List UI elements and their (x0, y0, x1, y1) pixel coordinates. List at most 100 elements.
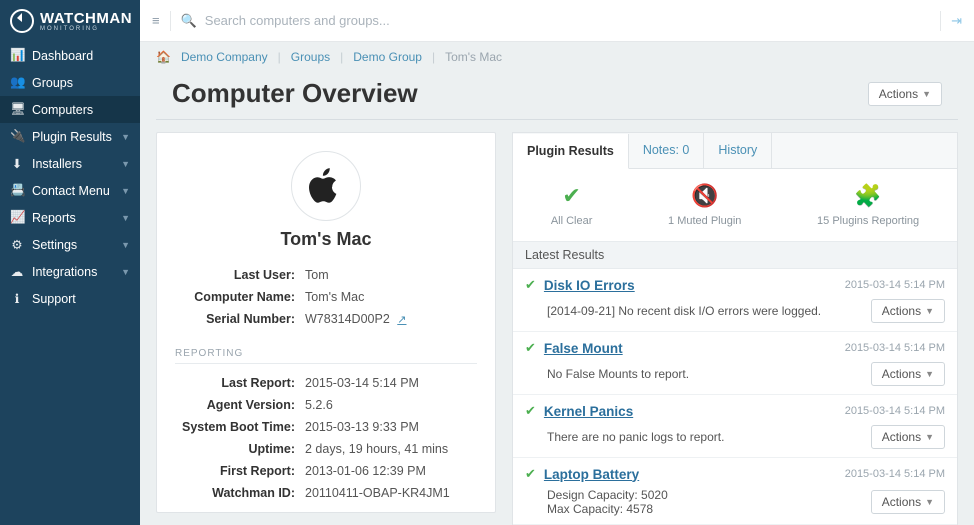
sidebar-item-label: Installers (32, 157, 113, 171)
result-actions-label: Actions (882, 430, 921, 444)
sidebar-item-contact-menu[interactable]: 📇Contact Menu▼ (0, 177, 140, 204)
sidebar-item-support[interactable]: ℹ Support (0, 285, 140, 312)
brand-text: WATCHMAN MONITORING (40, 11, 132, 32)
sidebar-icon: ⬇ (10, 156, 24, 171)
kv-value: W78314D00P2 ↗ (305, 312, 406, 326)
result-body: There are no panic logs to report.Action… (525, 419, 945, 449)
status-icon: ✔ (551, 183, 593, 209)
result-body: [2014-09-21] No recent disk I/O errors w… (525, 293, 945, 323)
kv-row: Last Report:2015-03-14 5:14 PM (175, 372, 477, 394)
kv-value: 2 days, 19 hours, 41 mins (305, 442, 448, 456)
result-actions-button[interactable]: Actions ▼ (871, 490, 945, 514)
kv-key: System Boot Time: (175, 420, 305, 434)
sidebar-item-groups[interactable]: 👥Groups (0, 69, 140, 96)
sidebar-item-label: Support (32, 292, 130, 306)
result-name[interactable]: Kernel Panics (544, 404, 837, 419)
home-icon[interactable]: 🏠 (156, 50, 171, 64)
kv-value: 2015-03-14 5:14 PM (305, 376, 419, 390)
result-actions-label: Actions (882, 495, 921, 509)
sidebar-icon: 📇 (10, 183, 24, 198)
results-list: ✔Disk IO Errors2015-03-14 5:14 PM[2014-0… (513, 269, 957, 525)
brand-logo-icon (10, 9, 34, 33)
status-icon: 🔇 (668, 183, 741, 209)
caret-down-icon: ▼ (925, 497, 934, 507)
result-disk-io-errors: ✔Disk IO Errors2015-03-14 5:14 PM[2014-0… (513, 269, 957, 332)
kv-row: Uptime:2 days, 19 hours, 41 mins (175, 438, 477, 460)
crumb-groups[interactable]: Groups (291, 50, 330, 64)
overview-card: Tom's Mac Last User:TomComputer Name:Tom… (156, 132, 496, 513)
sidebar-item-reports[interactable]: 📈Reports▼ (0, 204, 140, 231)
result-head: ✔Kernel Panics2015-03-14 5:14 PM (525, 403, 945, 419)
sidebar-icon: ⚙ (10, 237, 24, 252)
kv-value: 5.2.6 (305, 398, 333, 412)
result-actions-label: Actions (882, 304, 921, 318)
sidebar-item-integrations[interactable]: ☁Integrations▼ (0, 258, 140, 285)
kv-key: Last Report: (175, 376, 305, 390)
sidebar-item-settings[interactable]: ⚙ Settings ▼ (0, 231, 140, 258)
kv-row: Last User:Tom (175, 264, 477, 286)
caret-down-icon: ▼ (925, 369, 934, 379)
result-false-mount: ✔False Mount2015-03-14 5:14 PMNo False M… (513, 332, 957, 395)
caret-down-icon: ▼ (121, 213, 130, 223)
result-message: There are no panic logs to report. (547, 430, 871, 444)
tab-notes-0[interactable]: Notes: 0 (629, 133, 705, 168)
result-message: [2014-09-21] No recent disk I/O errors w… (547, 304, 871, 318)
overview-computer-name: Tom's Mac (281, 229, 372, 250)
status-15-plugins-reporting: 🧩15 Plugins Reporting (817, 183, 919, 227)
result-body: No False Mounts to report.Actions▼ (525, 356, 945, 386)
kv-row: System Boot Time:2015-03-13 9:33 PM (175, 416, 477, 438)
status-ok-icon: ✔ (525, 466, 536, 482)
brand[interactable]: WATCHMAN MONITORING (0, 0, 140, 42)
page-actions-button[interactable]: Actions ▼ (868, 82, 942, 106)
kv-row: Serial Number:W78314D00P2 ↗ (175, 308, 477, 330)
status-ok-icon: ✔ (525, 277, 536, 293)
divider (940, 11, 941, 31)
result-head: ✔Disk IO Errors2015-03-14 5:14 PM (525, 277, 945, 293)
status-label: 1 Muted Plugin (668, 215, 741, 227)
result-head: ✔Laptop Battery2015-03-14 5:14 PM (525, 466, 945, 482)
result-message: No False Mounts to report. (547, 367, 871, 381)
topbar: ≡ 🔍 ⇥ (140, 0, 974, 42)
nav: 📊Dashboard👥Groups🖥Computers🔌Plugin Resul… (0, 42, 140, 312)
tab-plugin-results[interactable]: Plugin Results (513, 134, 629, 169)
result-actions-button[interactable]: Actions▼ (871, 362, 945, 386)
caret-down-icon: ▼ (121, 159, 130, 169)
crumb-current: Tom's Mac (445, 50, 502, 64)
external-link-icon[interactable]: ↗ (397, 314, 406, 326)
brand-name: WATCHMAN (40, 10, 132, 27)
caret-down-icon: ▼ (121, 240, 130, 250)
sidebar-item-label: Dashboard (32, 49, 130, 63)
crumb-divider: | (278, 50, 281, 64)
kv-value: 20110411-OBAP-KR4JM1 (305, 486, 450, 500)
logout-icon[interactable]: ⇥ (951, 13, 962, 29)
result-head: ✔False Mount2015-03-14 5:14 PM (525, 340, 945, 356)
result-name[interactable]: Laptop Battery (544, 467, 837, 482)
sidebar-item-plugin-results[interactable]: 🔌Plugin Results▼ (0, 123, 140, 150)
tab-history[interactable]: History (704, 133, 772, 168)
page-title: Computer Overview (172, 78, 868, 109)
sidebar-icon: 🖥 (10, 102, 24, 117)
result-actions-button[interactable]: Actions▼ (871, 425, 945, 449)
result-actions-button[interactable]: Actions▼ (871, 299, 945, 323)
search-input[interactable] (205, 13, 505, 28)
crumb-demo-group[interactable]: Demo Group (353, 50, 422, 64)
sidebar-item-label: Plugin Results (32, 130, 113, 144)
result-name[interactable]: False Mount (544, 341, 837, 356)
kv-key: Last User: (175, 268, 305, 282)
overview-section-reporting: REPORTING (175, 342, 477, 364)
sidebar-item-dashboard[interactable]: 📊Dashboard (0, 42, 140, 69)
result-name[interactable]: Disk IO Errors (544, 278, 837, 293)
sidebar-icon: 📈 (10, 210, 24, 225)
apple-icon (309, 166, 343, 206)
sidebar-item-installers[interactable]: ⬇ Installers ▼ (0, 150, 140, 177)
crumb-demo-company[interactable]: Demo Company (181, 50, 268, 64)
menu-toggle-icon[interactable]: ≡ (152, 13, 160, 28)
sidebar-icon: ℹ (10, 291, 24, 306)
tab-body: ✔All Clear🔇1 Muted Plugin🧩15 Plugins Rep… (512, 168, 958, 525)
crumb-divider: | (340, 50, 343, 64)
sidebar: WATCHMAN MONITORING 📊Dashboard👥Groups🖥Co… (0, 0, 140, 525)
sidebar-item-label: Settings (32, 238, 113, 252)
sidebar-item-computers[interactable]: 🖥Computers (0, 96, 140, 123)
overview-header: Tom's Mac (175, 151, 477, 250)
caret-down-icon: ▼ (121, 267, 130, 277)
